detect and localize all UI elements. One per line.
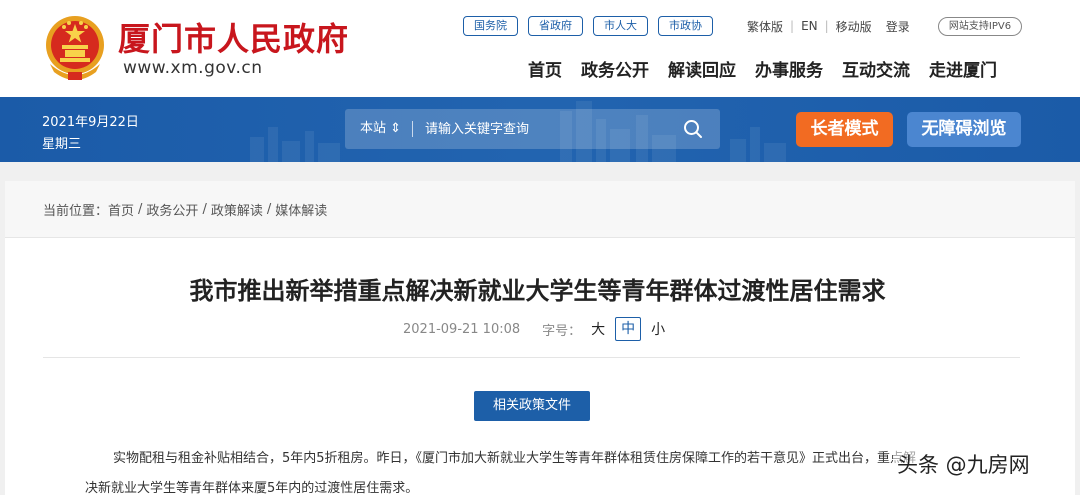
font-size-large-button[interactable]: 大 <box>591 319 605 339</box>
breadcrumb-policy-interpretation[interactable]: 政策解读 <box>211 200 263 219</box>
accessible-browsing-button[interactable]: 无障碍浏览 <box>907 112 1021 147</box>
breadcrumb: 当前位置： 首页 / 政务公开 / 政策解读 / 媒体解读 <box>5 181 1075 238</box>
mobile-version-link[interactable]: 移动版 <box>836 18 872 35</box>
nav-about-xiamen[interactable]: 走进厦门 <box>929 56 997 81</box>
site-title[interactable]: 厦门市人民政府 <box>118 14 349 60</box>
breadcrumb-media-interpretation[interactable]: 媒体解读 <box>275 200 327 219</box>
search-icon[interactable] <box>683 119 703 139</box>
nav-services[interactable]: 办事服务 <box>755 56 823 81</box>
site-header: 厦门市人民政府 www.xm.gov.cn 国务院 省政府 市人大 市政协 繁体… <box>0 0 1080 97</box>
link-peoples-congress[interactable]: 市人大 <box>593 16 648 36</box>
national-emblem-icon[interactable] <box>44 14 106 82</box>
divider: | <box>824 19 829 33</box>
main-nav: 首页 政务公开 解读回应 办事服务 互动交流 走进厦门 <box>528 56 997 81</box>
elder-mode-button[interactable]: 长者模式 <box>796 112 893 147</box>
divider: | <box>790 19 795 33</box>
watermark: 头条 @九房网 <box>893 449 1034 479</box>
nav-interaction[interactable]: 互动交流 <box>842 56 910 81</box>
english-link[interactable]: EN <box>801 19 818 33</box>
font-size-small-button[interactable]: 小 <box>651 319 665 339</box>
top-links: 国务院 省政府 市人大 市政协 <box>463 16 713 36</box>
link-provincial-gov[interactable]: 省政府 <box>528 16 583 36</box>
article-paragraph: 实物配租与租金补贴相结合，5年内5折租房。昨日，《厦门市加大新就业大学生等青年群… <box>113 451 917 466</box>
font-size-medium-button[interactable]: 中 <box>615 317 642 341</box>
search-divider <box>412 121 413 137</box>
article-meta: 2021-09-21 10:08 字号： 大 中 小 <box>403 317 665 341</box>
breadcrumb-separator: / <box>202 201 207 217</box>
article-title: 我市推出新举措重点解决新就业大学生等青年群体过渡性居住需求 <box>189 277 886 305</box>
ipv6-badge: 网站支持IPV6 <box>938 17 1022 36</box>
search-input[interactable] <box>425 109 665 149</box>
article-card: 当前位置： 首页 / 政务公开 / 政策解读 / 媒体解读 我市推出新举措重点解… <box>5 181 1075 495</box>
current-weekday: 星期三 <box>42 137 82 152</box>
nav-government-affairs[interactable]: 政务公开 <box>581 56 649 81</box>
breadcrumb-separator: / <box>138 201 143 217</box>
divider <box>43 357 1020 358</box>
utility-links: 繁体版 | EN | 移动版 登录 <box>747 16 910 36</box>
breadcrumb-prefix: 当前位置： <box>43 203 109 219</box>
font-size-label: 字号： <box>542 323 582 339</box>
traditional-chinese-link[interactable]: 繁体版 <box>747 18 783 35</box>
breadcrumb-government-affairs[interactable]: 政务公开 <box>146 200 198 219</box>
login-link[interactable]: 登录 <box>886 18 910 35</box>
article-paragraph: 决新就业大学生等青年群体来厦5年内的过渡性居住需求。 <box>85 481 419 495</box>
nav-home[interactable]: 首页 <box>528 56 562 81</box>
publish-datetime: 2021-09-21 10:08 <box>403 321 521 337</box>
breadcrumb-separator: / <box>266 201 272 217</box>
link-cppcc[interactable]: 市政协 <box>658 16 713 36</box>
current-date: 2021年9月22日 <box>42 115 139 130</box>
nav-interpretation[interactable]: 解读回应 <box>668 56 736 81</box>
search-box: 本站 ⇕ <box>345 109 720 149</box>
search-banner: 2021年9月22日 星期三 本站 ⇕ 长者模式 无障碍浏览 <box>0 97 1080 162</box>
link-state-council[interactable]: 国务院 <box>463 16 518 36</box>
related-policy-button[interactable]: 相关政策文件 <box>474 391 590 421</box>
search-scope-select[interactable]: 本站 ⇕ <box>360 109 401 149</box>
site-url: www.xm.gov.cn <box>123 58 263 78</box>
breadcrumb-home[interactable]: 首页 <box>108 200 134 219</box>
